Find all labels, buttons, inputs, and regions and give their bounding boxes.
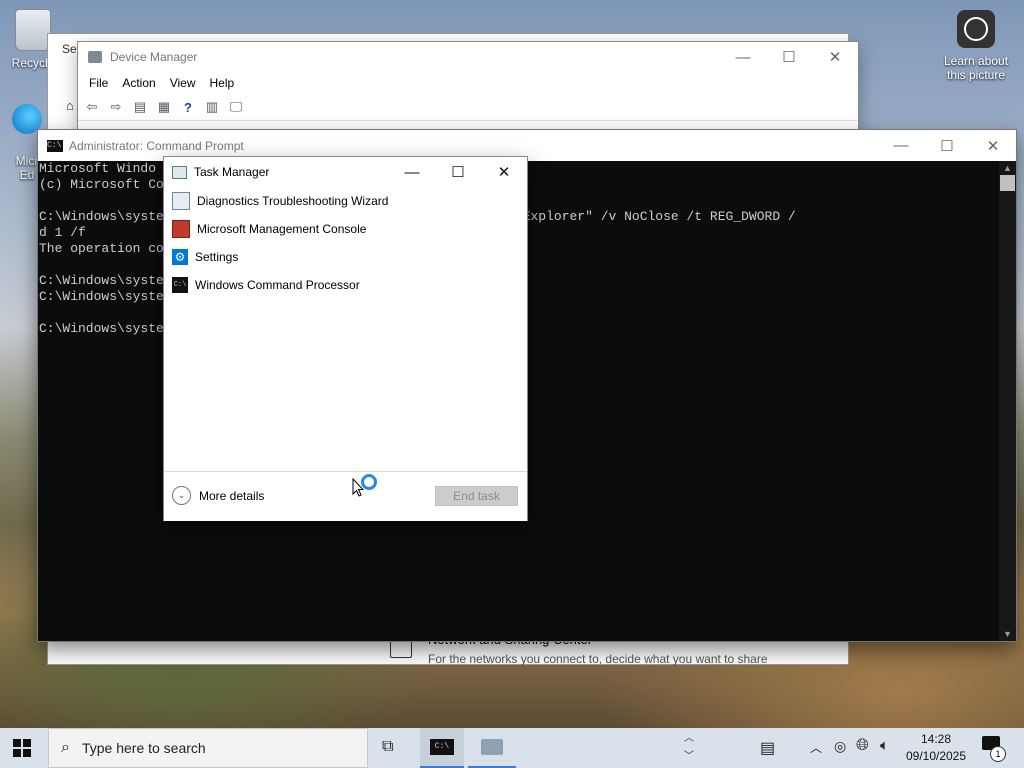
search-icon: ⌕ bbox=[61, 739, 70, 756]
list-item-cmd[interactable]: C:\ Windows Command Processor bbox=[166, 271, 527, 299]
network-icon bbox=[390, 640, 412, 658]
back-arrow-icon[interactable]: ⇦ bbox=[82, 98, 102, 116]
cmd-icon: C:\ bbox=[430, 739, 454, 755]
minimize-button[interactable]: — bbox=[878, 131, 924, 161]
window-title: Administrator: Command Prompt bbox=[69, 138, 244, 153]
windows-start-icon[interactable] bbox=[12, 738, 32, 758]
scrollbar[interactable]: ▲ ▼ bbox=[999, 161, 1016, 641]
cmd-icon: C:\ bbox=[172, 277, 188, 293]
maximize-button[interactable]: ☐ bbox=[435, 157, 481, 187]
list-item-mmc[interactable]: Microsoft Management Console bbox=[166, 215, 527, 243]
learn-line-2: this picture bbox=[946, 68, 1006, 82]
close-button[interactable]: ✕ bbox=[812, 42, 858, 72]
task-manager-footer: ⌄ More details End task bbox=[164, 471, 527, 521]
taskbar: ⌕ Type here to search ⧉ C:\ ︿ ﹀ ▤ ︿ ◎ 🌐︎ … bbox=[0, 728, 1024, 768]
list-item-label: Microsoft Management Console bbox=[197, 222, 367, 236]
scroll-thumb[interactable] bbox=[1000, 175, 1015, 191]
device-manager-window[interactable]: Device Manager — ☐ ✕ File Action View He… bbox=[78, 42, 858, 132]
help-icon[interactable]: ? bbox=[178, 98, 198, 116]
maximize-button[interactable]: ☐ bbox=[766, 42, 812, 72]
volume-muted-icon[interactable]: 🔈︎ bbox=[880, 737, 889, 754]
cmd-icon: C:\ bbox=[47, 139, 63, 152]
menu-view[interactable]: View bbox=[163, 76, 203, 90]
task-manager-titlebar[interactable]: Task Manager — ☐ ✕ bbox=[164, 157, 527, 187]
list-item-diagnostics[interactable]: Diagnostics Troubleshooting Wizard bbox=[166, 187, 527, 215]
list-item-label: Settings bbox=[195, 250, 239, 264]
home-icon[interactable]: ⌂ bbox=[66, 98, 74, 113]
scan-hardware-icon[interactable]: 🖵 bbox=[226, 98, 246, 116]
tray-scroll[interactable]: ︿ ﹀ bbox=[684, 730, 694, 766]
more-details-button[interactable]: ⌄ More details bbox=[172, 486, 264, 505]
minimize-button[interactable]: — bbox=[389, 157, 435, 187]
search-box[interactable]: ⌕ Type here to search bbox=[48, 728, 368, 768]
camera-icon bbox=[957, 10, 995, 48]
forward-arrow-icon[interactable]: ⇨ bbox=[106, 98, 126, 116]
menu-bar: File Action View Help bbox=[78, 72, 858, 94]
recycle-bin-icon bbox=[16, 10, 50, 50]
busy-spinner-icon bbox=[361, 474, 377, 490]
clock-time: 14:28 bbox=[920, 732, 952, 746]
chevron-up-icon[interactable]: ︿ bbox=[810, 739, 822, 756]
task-manager-window[interactable]: Task Manager — ☐ ✕ Diagnostics Troublesh… bbox=[164, 157, 527, 521]
webcam-icon[interactable]: ◎ bbox=[834, 738, 846, 755]
list-item-label: Diagnostics Troubleshooting Wizard bbox=[197, 194, 389, 208]
learn-about-picture[interactable]: Learn about this picture bbox=[936, 10, 1016, 82]
notification-count: 1 bbox=[990, 746, 1006, 762]
clock-date: 09/10/2025 bbox=[905, 749, 967, 763]
close-button[interactable]: ✕ bbox=[970, 131, 1016, 161]
learn-line-1: Learn about bbox=[943, 54, 1009, 68]
device-manager-icon bbox=[481, 739, 503, 755]
list-icon[interactable]: ▦ bbox=[154, 98, 174, 116]
chevron-down-icon: ⌄ bbox=[172, 486, 191, 505]
more-details-label: More details bbox=[199, 488, 265, 503]
network-description: For the networks you connect to, decide … bbox=[428, 652, 768, 666]
task-manager-icon bbox=[172, 165, 187, 179]
search-input[interactable]: Type here to search bbox=[82, 740, 206, 756]
list-item-label: Windows Command Processor bbox=[195, 278, 360, 292]
notification-center[interactable]: 1 bbox=[982, 736, 1006, 762]
diagnostics-icon bbox=[172, 192, 190, 210]
list-item-settings[interactable]: ⚙ Settings bbox=[166, 243, 527, 271]
network-globe-icon[interactable]: 🌐︎ bbox=[856, 737, 869, 755]
gear-icon: ⚙ bbox=[172, 249, 188, 265]
end-task-button[interactable]: End task bbox=[435, 486, 518, 506]
taskbar-device-manager-button[interactable] bbox=[468, 728, 516, 768]
device-manager-titlebar[interactable]: Device Manager — ☐ ✕ bbox=[78, 42, 858, 72]
window-title: Device Manager bbox=[110, 50, 198, 64]
maximize-button[interactable]: ☐ bbox=[924, 131, 970, 161]
properties-icon[interactable]: ▤ bbox=[130, 98, 150, 116]
menu-action[interactable]: Action bbox=[115, 76, 162, 90]
scroll-up-icon[interactable]: ▲ bbox=[999, 163, 1016, 173]
taskbar-cmd-button[interactable]: C:\ bbox=[420, 728, 464, 768]
app-list: Diagnostics Troubleshooting Wizard Micro… bbox=[166, 187, 527, 299]
scroll-down-icon[interactable]: ▼ bbox=[999, 629, 1016, 639]
details-icon[interactable]: ▥ bbox=[202, 98, 222, 116]
task-view-icon[interactable]: ⧉ bbox=[382, 738, 393, 756]
mmc-icon bbox=[172, 220, 190, 238]
toolbar: ⇦ ⇨ ▤ ▦ ? ▥ 🖵 bbox=[78, 94, 858, 121]
menu-file[interactable]: File bbox=[82, 76, 115, 90]
close-button[interactable]: ✕ bbox=[481, 157, 527, 187]
minimize-button[interactable]: — bbox=[720, 42, 766, 72]
menu-help[interactable]: Help bbox=[203, 76, 242, 90]
window-title: Task Manager bbox=[194, 165, 270, 179]
device-manager-icon bbox=[88, 51, 102, 63]
news-icon[interactable]: ▤ bbox=[760, 738, 775, 758]
clock[interactable]: 14:28 09/10/2025 bbox=[898, 731, 974, 765]
